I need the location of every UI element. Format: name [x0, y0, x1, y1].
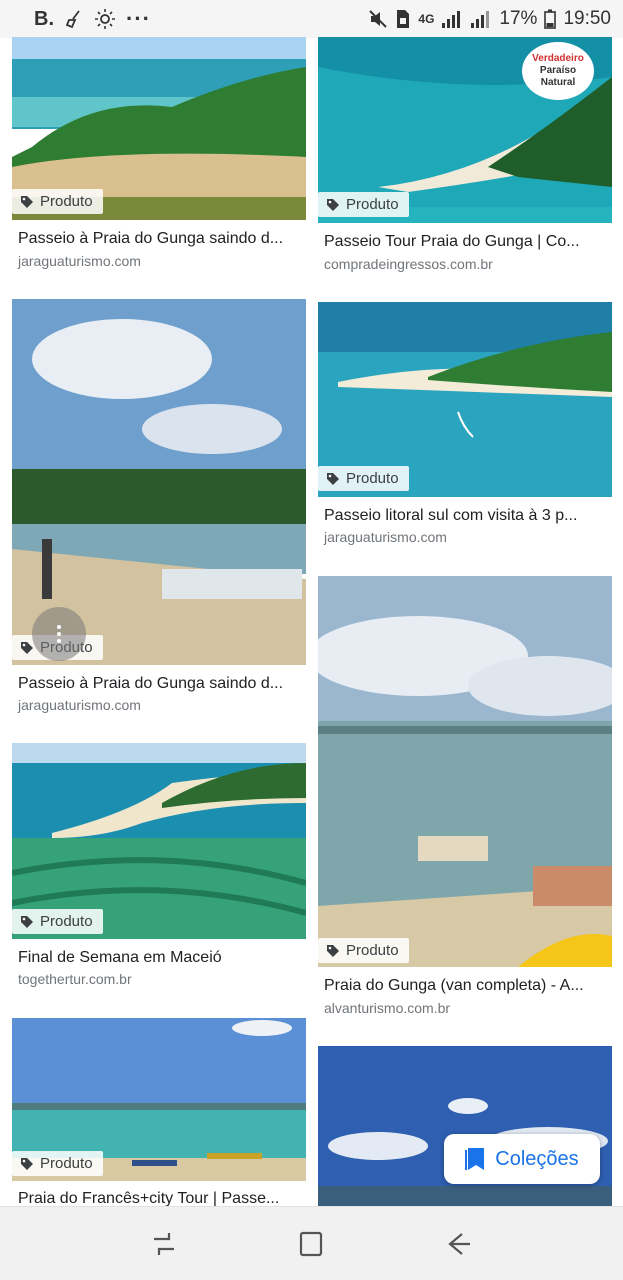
product-badge: Produto	[12, 189, 103, 214]
result-title[interactable]: Passeio à Praia do Gunga saindo d...	[18, 675, 304, 693]
result-title[interactable]: Final de Semana em Maceió	[18, 949, 304, 967]
back-button[interactable]	[437, 1222, 481, 1266]
recents-icon	[153, 1232, 174, 1255]
collections-label: Coleções	[495, 1147, 579, 1170]
tag-icon	[21, 915, 33, 928]
bookmark-icon	[465, 1148, 485, 1170]
product-badge: Produto	[318, 466, 409, 491]
result-title[interactable]: Passeio litoral sul com visita à 3 p...	[324, 507, 610, 525]
tag-icon	[327, 944, 339, 957]
result-source[interactable]: togethertur.com.br	[18, 971, 132, 987]
more-options-button[interactable]	[32, 607, 86, 661]
network-type-label: 4G	[418, 12, 435, 26]
tag-icon	[327, 472, 339, 485]
product-badge-label: Produto	[346, 942, 399, 959]
dot	[57, 639, 61, 643]
result-source[interactable]: jaraguaturismo.com	[18, 697, 141, 713]
product-badge: Produto	[318, 192, 409, 217]
product-badge-label: Produto	[40, 193, 93, 210]
battery-icon	[544, 9, 557, 29]
app-notification-label: B.	[34, 7, 54, 30]
tag-icon	[327, 198, 339, 211]
overlay-line-1: Verdadeiro	[532, 53, 584, 64]
status-bar: B. ··· 4G 17% 19:50	[0, 0, 623, 38]
product-badge-label: Produto	[40, 1155, 93, 1172]
collections-button[interactable]: Coleções	[444, 1134, 600, 1184]
result-source[interactable]: alvanturismo.com.br	[324, 1000, 450, 1016]
tag-icon	[21, 195, 33, 208]
product-badge: Produto	[12, 909, 103, 934]
result-source[interactable]: jaraguaturismo.com	[18, 253, 141, 269]
home-icon	[300, 1231, 323, 1256]
clock: 19:50	[563, 8, 611, 29]
result-title[interactable]: Passeio Tour Praia do Gunga | Co...	[324, 233, 610, 251]
result-title[interactable]: Praia do Gunga (van completa) - A...	[324, 977, 610, 995]
tag-icon	[21, 1157, 33, 1170]
overlay-line-2: Paraíso	[539, 65, 577, 76]
result-source[interactable]: compradeingressos.com.br	[324, 256, 493, 272]
more-notifications-indicator: ···	[126, 6, 151, 31]
overlay-line-3: Natural	[540, 77, 576, 88]
result-title[interactable]: Passeio à Praia do Gunga saindo d...	[18, 230, 304, 248]
result-image[interactable]	[318, 576, 612, 967]
brightness-icon	[94, 8, 116, 30]
product-badge: Produto	[318, 938, 409, 963]
recents-button[interactable]	[142, 1222, 186, 1266]
result-source[interactable]: jaraguaturismo.com	[324, 529, 447, 545]
dot	[57, 625, 61, 629]
image-overlay-label: Verdadeiro Paraíso Natural	[522, 42, 594, 100]
screen: B. ··· 4G 17% 19:50 Produto Passeio à Pr…	[0, 0, 623, 1280]
product-badge: Produto	[12, 1151, 103, 1176]
dot	[57, 632, 61, 636]
product-badge-label: Produto	[346, 196, 399, 213]
tag-icon	[21, 641, 33, 654]
mute-icon	[368, 9, 388, 29]
battery-percent: 17%	[499, 8, 538, 29]
broom-icon	[64, 9, 84, 29]
back-icon	[448, 1232, 471, 1255]
signal-icon-2	[470, 9, 492, 29]
home-button[interactable]	[289, 1222, 333, 1266]
product-badge-label: Produto	[346, 470, 399, 487]
sim-card-icon	[395, 9, 411, 29]
product-badge-label: Produto	[40, 913, 93, 930]
navigation-bar	[0, 1206, 623, 1280]
signal-icon	[441, 9, 463, 29]
